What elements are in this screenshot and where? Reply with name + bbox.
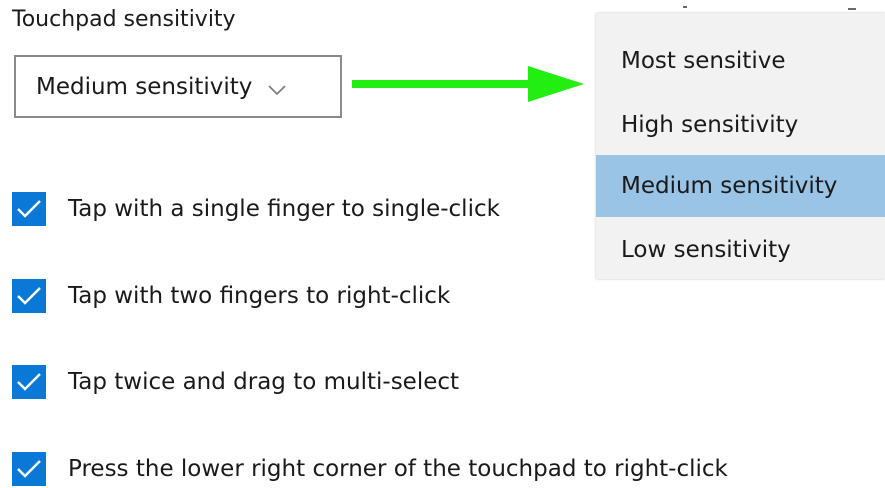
dropdown-option-most-sensitive[interactable]: Most sensitive: [596, 30, 885, 92]
dropdown-option-high-sensitivity[interactable]: High sensitivity: [596, 94, 885, 156]
checkmark-icon: [17, 200, 41, 218]
chevron-down-icon: [268, 81, 286, 95]
checkbox-tap-twice-drag[interactable]: Tap twice and drag to multi-select: [12, 362, 459, 402]
sensitivity-select[interactable]: Medium sensitivity: [14, 55, 342, 118]
touchpad-sensitivity-label: Touchpad sensitivity: [12, 7, 236, 32]
checkbox-single-finger-tap[interactable]: Tap with a single finger to single-click: [12, 189, 500, 229]
sensitivity-select-value: Medium sensitivity: [36, 73, 253, 100]
dropdown-option-label: Most sensitive: [621, 48, 786, 74]
touchpad-settings-page: Touchpad sensitivity Medium sensitivity …: [0, 0, 885, 488]
checkbox-label: Tap twice and drag to multi-select: [68, 369, 460, 395]
dropdown-option-label: Low sensitivity: [621, 237, 791, 263]
checkbox-checked[interactable]: [12, 365, 46, 399]
checkbox-checked[interactable]: [12, 452, 46, 486]
dropdown-option-low-sensitivity[interactable]: Low sensitivity: [596, 219, 885, 281]
dropdown-option-label: Medium sensitivity: [621, 173, 838, 199]
dropdown-option-label: High sensitivity: [621, 112, 799, 138]
green-arrow-annotation: [352, 66, 584, 102]
checkmark-icon: [17, 460, 41, 478]
checkmark-icon: [17, 287, 41, 305]
checkbox-checked[interactable]: [12, 279, 46, 313]
background-text-fragment: [848, 8, 856, 10]
background-text-fragment: [683, 6, 687, 8]
dropdown-option-medium-sensitivity[interactable]: Medium sensitivity: [596, 155, 885, 217]
checkbox-label: Tap with two fingers to right-click: [68, 283, 451, 309]
checkbox-lower-right-corner[interactable]: Press the lower right corner of the touc…: [12, 449, 728, 488]
checkbox-label: Tap with a single finger to single-click: [68, 196, 500, 222]
checkbox-two-finger-tap[interactable]: Tap with two fingers to right-click: [12, 276, 450, 316]
checkbox-label: Press the lower right corner of the touc…: [68, 456, 728, 482]
checkmark-icon: [17, 373, 41, 391]
checkbox-checked[interactable]: [12, 192, 46, 226]
sensitivity-dropdown-menu: Most sensitive High sensitivity Medium s…: [596, 13, 885, 279]
